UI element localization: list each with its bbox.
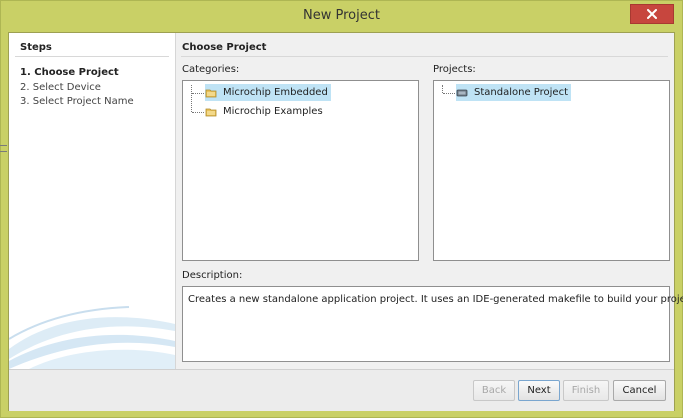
close-icon <box>647 9 657 19</box>
projects-list[interactable]: Standalone Project <box>433 80 670 261</box>
description-label: Description: <box>182 270 243 281</box>
categories-label: Categories: <box>182 64 240 75</box>
category-item-microchip-examples[interactable]: Microchip Examples <box>205 103 326 120</box>
window-edge-mark <box>0 151 7 152</box>
wizard-decoration <box>9 306 175 369</box>
project-label: Standalone Project <box>471 86 571 99</box>
steps-panel: Steps 1. Choose Project 2. Select Device… <box>9 33 176 369</box>
window-edge-mark <box>0 145 7 146</box>
step-item-select-device: 2. Select Device <box>20 81 101 93</box>
tree-guide-line <box>191 85 192 112</box>
back-button[interactable]: Back <box>473 380 515 401</box>
close-button[interactable] <box>630 4 674 24</box>
category-label: Microchip Embedded <box>220 86 331 99</box>
description-box: Creates a new standalone application pro… <box>182 286 683 362</box>
title-bar[interactable]: New Project <box>1 1 682 32</box>
categories-tree[interactable]: Microchip Embedded Microchip Examples <box>182 80 419 261</box>
steps-list: 1. Choose Project 2. Select Device 3. Se… <box>20 66 134 110</box>
category-item-microchip-embedded[interactable]: Microchip Embedded <box>205 84 331 101</box>
folder-icon <box>205 89 217 97</box>
tree-guide-line <box>443 93 455 94</box>
finish-button[interactable]: Finish <box>563 380 609 401</box>
tree-guide-line <box>442 85 443 93</box>
steps-divider <box>15 56 169 57</box>
choose-project-panel: Choose Project Categories: Projects: Mic… <box>175 33 683 369</box>
new-project-window: New Project Steps 1. Choose Project 2. S… <box>0 0 683 418</box>
step-item-select-project-name: 3. Select Project Name <box>20 96 134 107</box>
dialog-content: Steps 1. Choose Project 2. Select Device… <box>8 32 683 411</box>
panel-title: Choose Project <box>182 42 267 53</box>
step-item-choose-project: 1. Choose Project <box>20 67 119 78</box>
chip-icon <box>456 89 468 96</box>
steps-header: Steps <box>20 42 52 53</box>
button-bar: Back Next Finish Cancel <box>9 369 674 411</box>
next-button[interactable]: Next <box>518 380 560 401</box>
tree-guide-line <box>192 112 204 113</box>
projects-label: Projects: <box>433 64 476 75</box>
cancel-button[interactable]: Cancel <box>613 380 666 401</box>
panel-divider <box>181 56 668 57</box>
tree-guide-line <box>192 93 204 94</box>
folder-icon <box>205 108 217 116</box>
description-text: Creates a new standalone application pro… <box>188 294 683 305</box>
window-title: New Project <box>303 8 380 23</box>
project-item-standalone[interactable]: Standalone Project <box>456 84 571 101</box>
category-label: Microchip Examples <box>223 106 323 117</box>
